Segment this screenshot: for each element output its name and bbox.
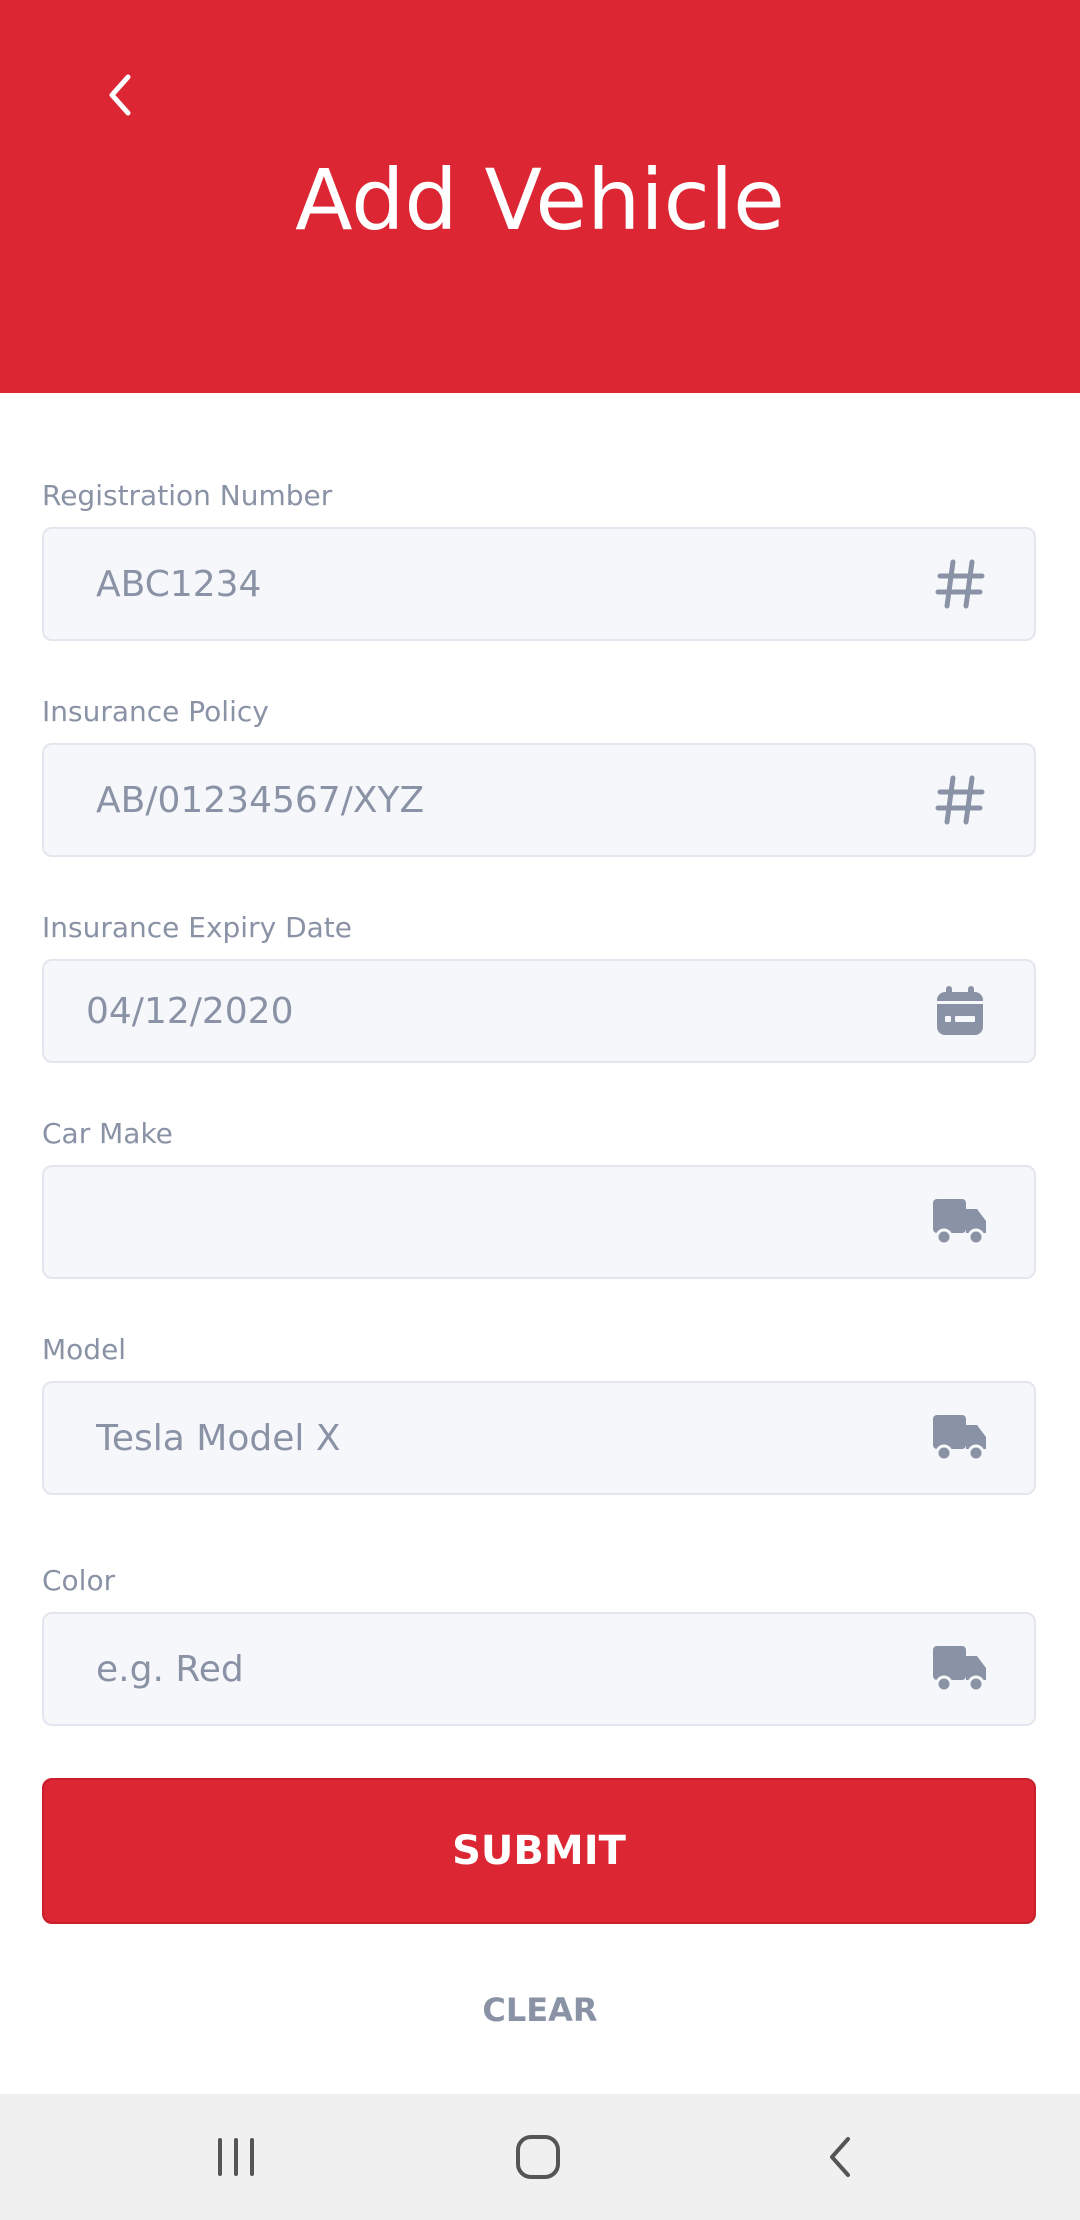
insurance-expiry-date-input[interactable] xyxy=(86,961,886,1061)
app-header: Add Vehicle xyxy=(0,0,1080,393)
registration-number-field[interactable] xyxy=(42,527,1036,641)
add-vehicle-screen: Add Vehicle Registration Number Insuranc… xyxy=(0,0,1080,2220)
hash-icon xyxy=(932,772,988,828)
color-field[interactable] xyxy=(42,1612,1036,1726)
home-button[interactable] xyxy=(503,2122,573,2192)
insurance-policy-label: Insurance Policy xyxy=(42,695,269,728)
color-input[interactable] xyxy=(96,1614,896,1724)
truck-icon xyxy=(932,1410,988,1466)
insurance-policy-input[interactable] xyxy=(96,745,896,855)
system-navigation-bar xyxy=(0,2094,1080,2220)
truck-icon xyxy=(932,1641,988,1697)
insurance-expiry-date-field[interactable] xyxy=(42,959,1036,1063)
recents-icon xyxy=(218,2138,254,2176)
hash-icon xyxy=(932,556,988,612)
model-input[interactable] xyxy=(96,1383,896,1493)
color-label: Color xyxy=(42,1564,116,1597)
home-icon xyxy=(516,2135,560,2179)
model-label: Model xyxy=(42,1333,127,1366)
insurance-policy-field[interactable] xyxy=(42,743,1036,857)
clear-button[interactable]: CLEAR xyxy=(390,1980,690,2040)
car-make-input[interactable] xyxy=(96,1167,896,1277)
page-title: Add Vehicle xyxy=(295,151,785,249)
back-icon xyxy=(830,2137,850,2177)
calendar-icon[interactable] xyxy=(932,983,988,1039)
car-make-label: Car Make xyxy=(42,1117,173,1150)
model-field[interactable] xyxy=(42,1381,1036,1495)
recents-button[interactable] xyxy=(201,2122,271,2192)
registration-number-input[interactable] xyxy=(96,529,896,639)
chevron-left-icon xyxy=(109,74,131,116)
system-back-button[interactable] xyxy=(806,2122,876,2192)
registration-number-label: Registration Number xyxy=(42,479,333,512)
back-button[interactable] xyxy=(90,60,150,130)
submit-button[interactable]: SUBMIT xyxy=(42,1778,1036,1924)
truck-icon xyxy=(932,1194,988,1250)
car-make-field[interactable] xyxy=(42,1165,1036,1279)
insurance-expiry-date-label: Insurance Expiry Date xyxy=(42,911,352,944)
